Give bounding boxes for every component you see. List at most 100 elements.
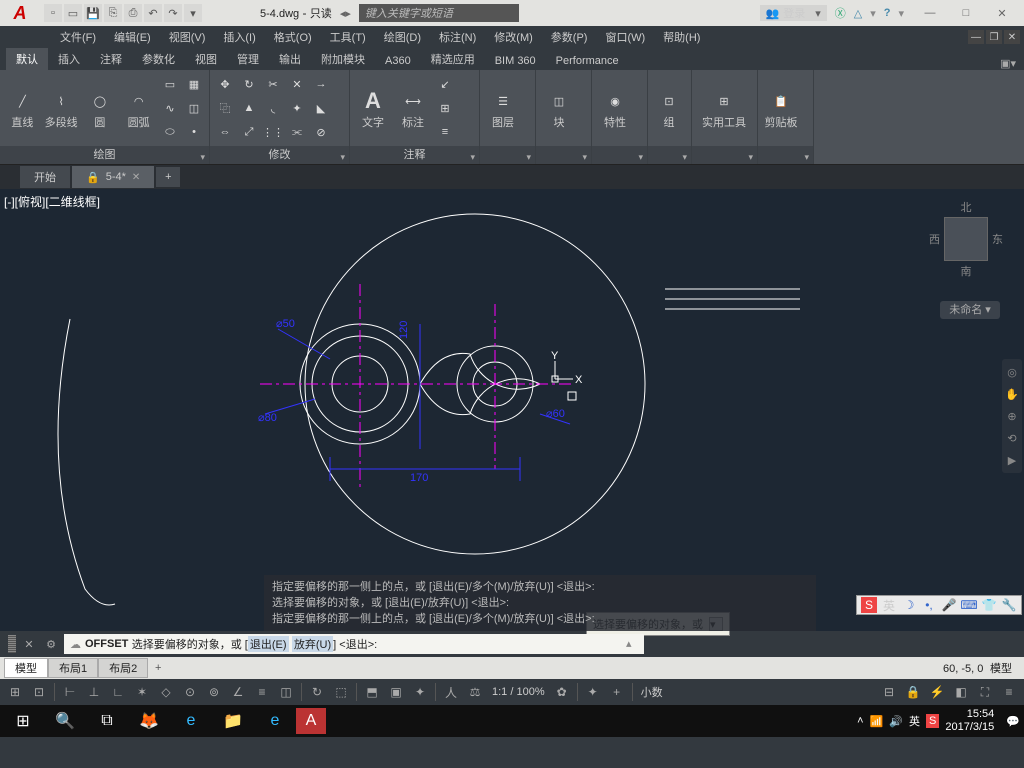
annotation-icon[interactable]: 人 (440, 681, 462, 703)
gear-icon[interactable]: ✿ (551, 681, 573, 703)
ime-keyboard-icon[interactable]: ⌨ (961, 597, 977, 613)
ribbon-collapse-icon[interactable]: ▣▾ (992, 57, 1024, 70)
panel-title[interactable]: ▾ (648, 146, 691, 164)
units-readout[interactable]: 小数 (637, 684, 667, 700)
qat-more-icon[interactable]: ▾ (184, 4, 202, 22)
viewcube-face[interactable] (944, 217, 988, 261)
text-button[interactable]: A文字 (354, 72, 392, 144)
plot-icon[interactable]: ⎙ (124, 4, 142, 22)
block-button[interactable]: ◫块 (540, 72, 578, 144)
polar-icon[interactable]: ✶ (131, 681, 153, 703)
point-icon[interactable]: • (183, 121, 205, 143)
wifi-icon[interactable]: 📶 (870, 715, 884, 728)
open-icon[interactable]: ▭ (64, 4, 82, 22)
tab-layout1[interactable]: 布局1 (48, 658, 98, 678)
recent-icon[interactable]: ⚙ (42, 635, 60, 653)
steering-wheel-icon[interactable]: ◎ (1003, 363, 1021, 381)
isodraft-icon[interactable]: ◇ (155, 681, 177, 703)
chamfer-icon[interactable]: ◣ (310, 97, 332, 119)
menu-view[interactable]: 视图(V) (161, 27, 214, 47)
maximize-button[interactable]: □ (948, 1, 984, 25)
stretch-icon[interactable]: ⇔ (214, 121, 236, 143)
tab-bim360[interactable]: BIM 360 (485, 52, 546, 70)
trim-icon[interactable]: ✂ (262, 73, 284, 95)
explorer-icon[interactable]: 📁 (212, 706, 254, 736)
ime-toolbar[interactable]: S 英 ☽ •, 🎤 ⌨ 👕 🔧 (856, 595, 1022, 615)
ime-indicator[interactable]: 英 (909, 713, 920, 729)
orbit-icon[interactable]: ⟲ (1003, 429, 1021, 447)
quickprops-icon[interactable]: ⊟ (878, 681, 900, 703)
tab-start[interactable]: 开始 (20, 166, 70, 188)
tab-annotate[interactable]: 注释 (90, 48, 132, 70)
3dosnap-icon[interactable]: ⊚ (203, 681, 225, 703)
mirror-icon[interactable]: ▲ (238, 97, 260, 119)
clipboard-button[interactable]: 📋剪贴板 (762, 72, 800, 144)
search-input[interactable]: 键入关键字或短语 (359, 4, 519, 22)
ime-skin-icon[interactable]: 👕 (981, 597, 997, 613)
explode-icon[interactable]: ✦ (286, 97, 308, 119)
exchange-icon[interactable]: Ⓧ (835, 5, 846, 21)
edge-icon[interactable]: e (254, 706, 296, 736)
customize-status-icon[interactable]: ≡ (998, 681, 1020, 703)
clock[interactable]: 15:542017/3/15 (945, 708, 1000, 734)
close-button[interactable]: ✕ (984, 1, 1020, 25)
add-layout-button[interactable]: + (148, 659, 168, 677)
hatch-icon[interactable]: ▦ (183, 73, 205, 95)
volume-icon[interactable]: 🔊 (889, 715, 903, 728)
tab-output[interactable]: 输出 (269, 48, 311, 70)
osnap-icon[interactable]: ⊙ (179, 681, 201, 703)
grid-toggle-icon[interactable]: ⊞ (4, 681, 26, 703)
menu-insert[interactable]: 插入(I) (215, 27, 263, 47)
spline-icon[interactable]: ∿ (159, 97, 181, 119)
sogou-icon[interactable]: S (861, 597, 877, 613)
copy-icon[interactable]: ⿻ (214, 97, 236, 119)
ellipse-icon[interactable]: ⬭ (159, 121, 181, 143)
tab-default[interactable]: 默认 (6, 48, 48, 70)
hardware-accel-icon[interactable]: ⚡ (926, 681, 948, 703)
rotate-icon[interactable]: ↻ (238, 73, 260, 95)
circle-button[interactable]: ◯圆 (82, 72, 119, 144)
tab-performance[interactable]: Performance (546, 52, 629, 70)
menu-help[interactable]: 帮助(H) (655, 27, 708, 47)
task-view-icon[interactable]: ⧉ (86, 706, 128, 736)
a360-icon[interactable]: △ (854, 7, 862, 20)
unnamed-view-button[interactable]: 未命名 ▾ (940, 301, 1000, 319)
tab-a360[interactable]: A360 (375, 52, 421, 70)
zoom-extents-icon[interactable]: ⊕ (1003, 407, 1021, 425)
workspace-icon[interactable]: ✦ (582, 681, 604, 703)
panel-title[interactable]: 注释▾ (350, 146, 479, 164)
sogou-tray-icon[interactable]: S (926, 714, 939, 728)
array-icon[interactable]: ⋮⋮ (262, 121, 284, 143)
mdi-minimize-button[interactable]: — (968, 30, 984, 44)
customize-icon[interactable]: ✕ (20, 635, 38, 653)
ortho-icon[interactable]: ∟ (107, 681, 129, 703)
minimize-button[interactable]: — (912, 1, 948, 25)
leader-icon[interactable]: ↙ (434, 73, 456, 95)
move-icon[interactable]: ✥ (214, 73, 236, 95)
search-icon[interactable]: 🔍 (44, 706, 86, 736)
tab-current-file[interactable]: 🔒5-4*✕ (72, 166, 154, 188)
cycling-icon[interactable]: ↻ (306, 681, 328, 703)
app-logo-icon[interactable]: A (4, 1, 36, 25)
annoscale-icon[interactable]: ⚖ (464, 681, 486, 703)
menu-dim[interactable]: 标注(N) (431, 27, 484, 47)
clean-screen-icon[interactable]: ⛶ (974, 681, 996, 703)
save-icon[interactable]: 💾 (84, 4, 102, 22)
3d-icon[interactable]: ⬚ (330, 681, 352, 703)
saveas-icon[interactable]: ⎘ (104, 4, 122, 22)
menu-modify[interactable]: 修改(M) (486, 27, 541, 47)
menu-file[interactable]: 文件(F) (52, 27, 104, 47)
mtext-icon[interactable]: ≡ (434, 121, 456, 143)
firefox-icon[interactable]: 🦊 (128, 706, 170, 736)
annotation-monitor-icon[interactable]: + (606, 681, 628, 703)
table-icon[interactable]: ⊞ (434, 97, 456, 119)
command-input[interactable]: ☁ OFFSET 选择要偏移的对象，或 [退出(E) 放弃(U)] <退出>: … (64, 634, 644, 654)
tab-featured[interactable]: 精选应用 (421, 48, 485, 70)
tab-param[interactable]: 参数化 (132, 48, 185, 70)
pan-icon[interactable]: ✋ (1003, 385, 1021, 403)
space-indicator[interactable]: 模型 (990, 663, 1012, 675)
erase-icon[interactable]: ✕ (286, 73, 308, 95)
gizmo-icon[interactable]: ✦ (409, 681, 431, 703)
dynamic-input-icon[interactable]: ⊥ (83, 681, 105, 703)
properties-button[interactable]: ◉特性 (596, 72, 634, 144)
